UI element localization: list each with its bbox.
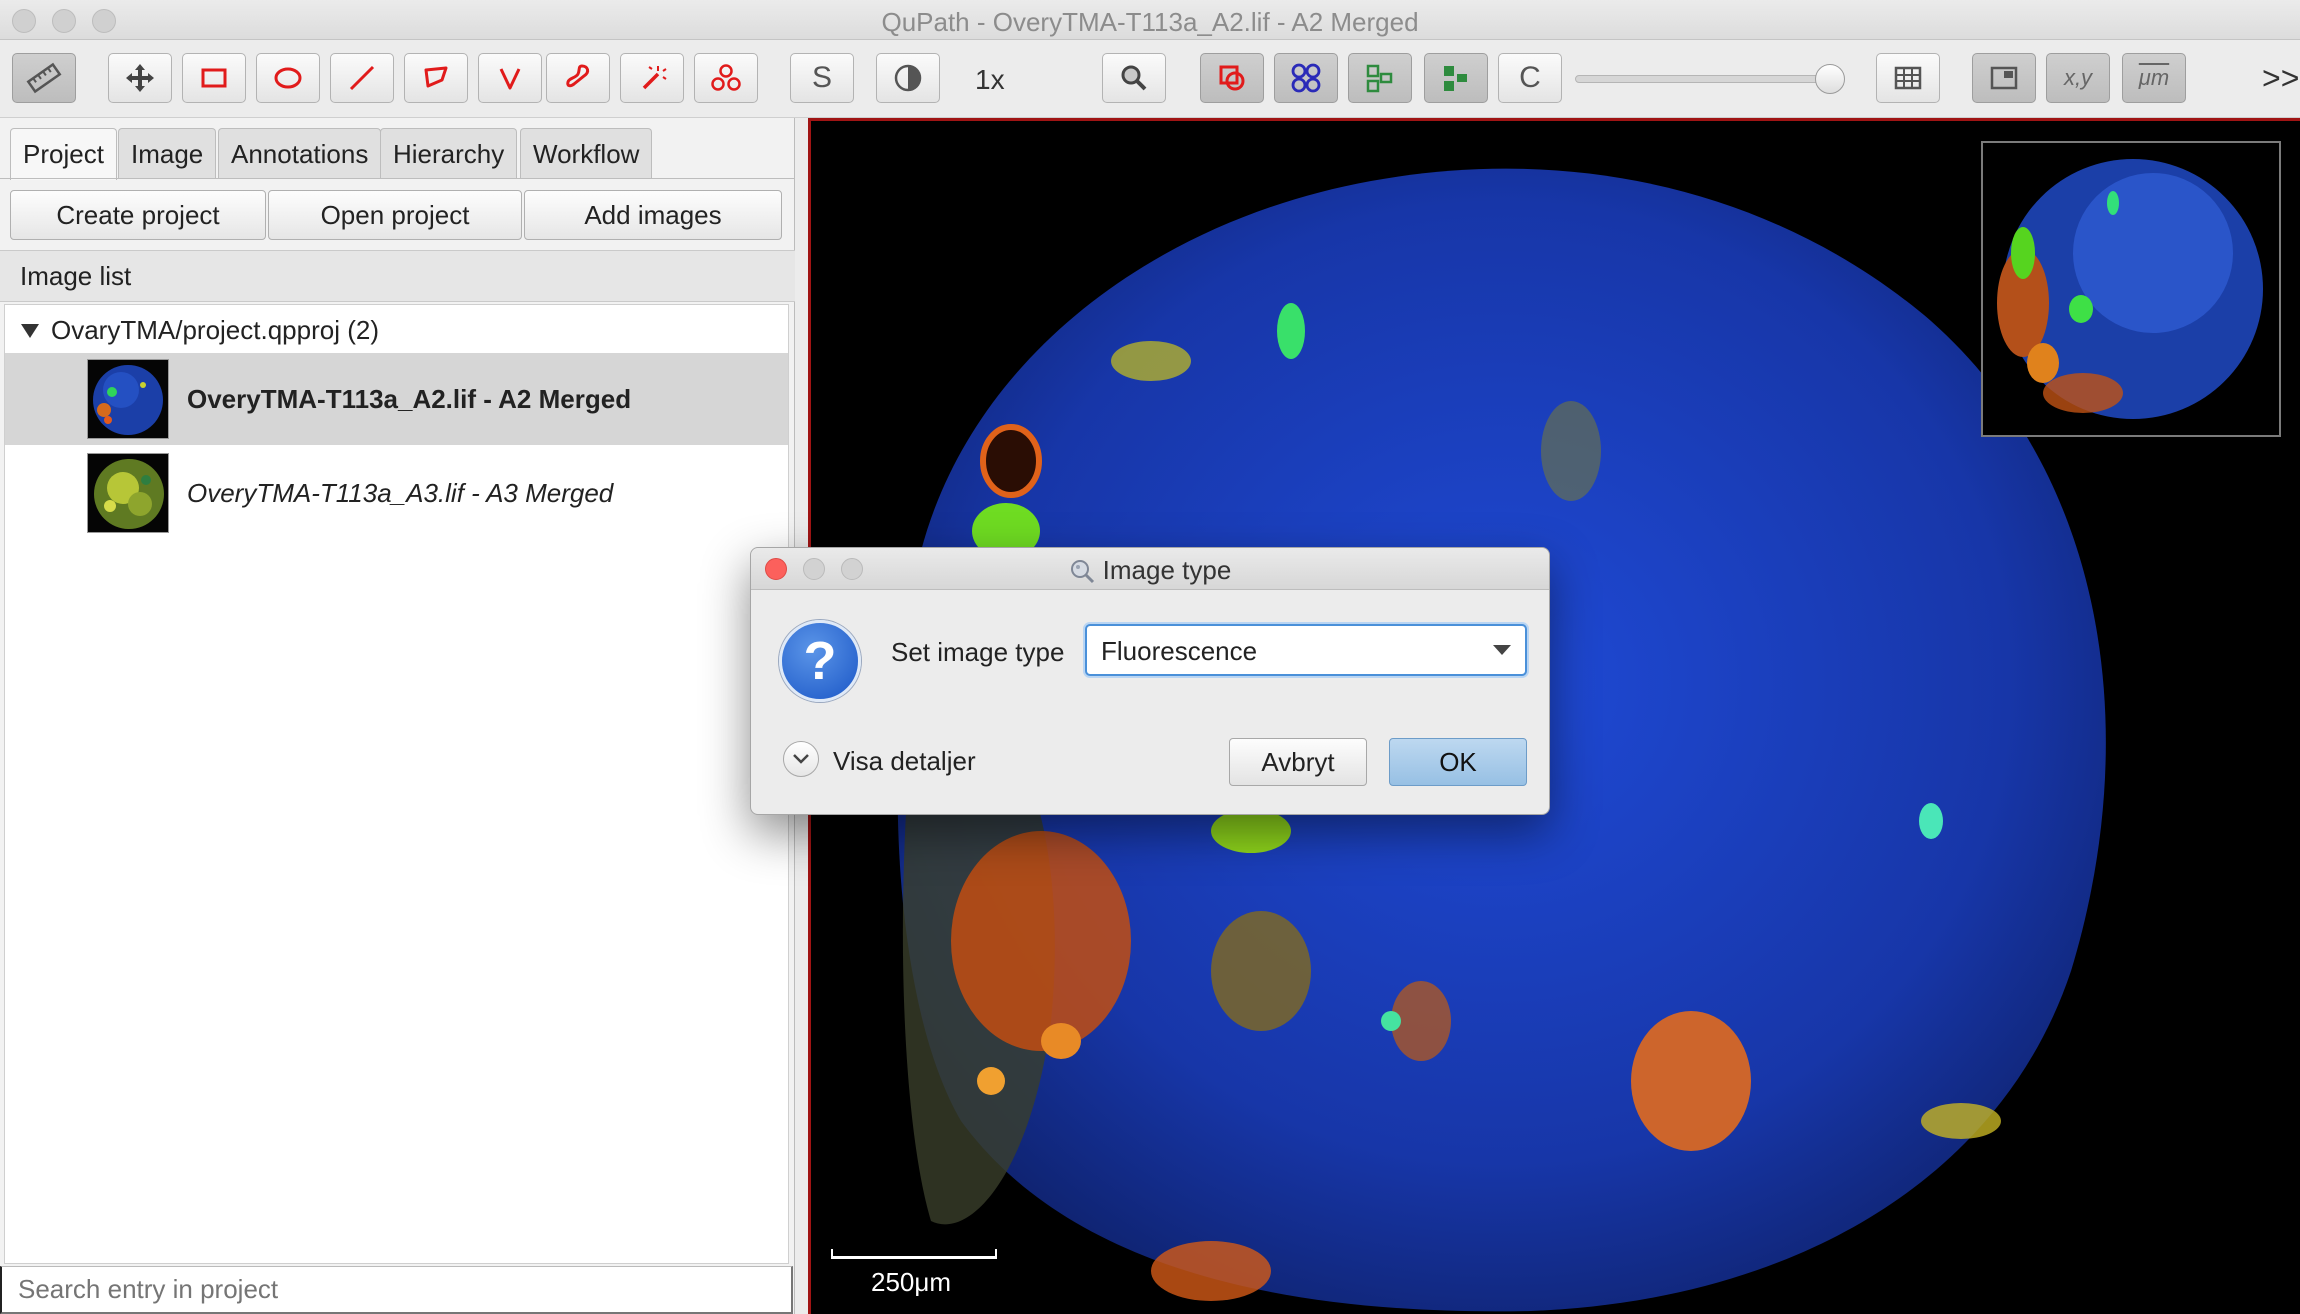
image-list: OvaryTMA/project.qpproj (2) OveryTMA-T11… bbox=[4, 304, 789, 1264]
line-icon bbox=[349, 65, 375, 91]
tab-workflow[interactable]: Workflow bbox=[520, 128, 653, 178]
points-icon bbox=[711, 64, 741, 91]
show-detections-button[interactable] bbox=[1348, 53, 1412, 103]
polyline-tool-button[interactable] bbox=[478, 53, 542, 103]
image-type-select[interactable]: Fluorescence bbox=[1085, 624, 1527, 676]
overview-thumbnail[interactable] bbox=[1981, 141, 2281, 437]
opacity-slider-thumb[interactable] bbox=[1815, 64, 1845, 94]
toolbar-overflow-button[interactable]: >> bbox=[2262, 60, 2299, 97]
polyline-icon bbox=[499, 68, 521, 90]
brightness-contrast-button[interactable] bbox=[876, 53, 940, 103]
selection-mode-button[interactable]: S bbox=[790, 53, 854, 103]
ruler-icon bbox=[26, 62, 62, 94]
dropdown-arrow-icon bbox=[1493, 645, 1511, 655]
show-annotations-button[interactable] bbox=[1200, 53, 1264, 103]
show-overview-button[interactable] bbox=[1972, 53, 2036, 103]
create-project-button[interactable]: Create project bbox=[10, 190, 266, 240]
main-toolbar: S 1x C x,y μm >> bbox=[0, 40, 2300, 118]
move-icon bbox=[126, 64, 154, 92]
window-title-bar: QuPath - OveryTMA-T113a_A2.lif - A2 Merg… bbox=[0, 0, 2300, 40]
ellipse-icon bbox=[274, 67, 302, 89]
question-icon: ? bbox=[779, 620, 861, 702]
list-item[interactable]: OveryTMA-T113a_A3.lif - A3 Merged bbox=[5, 447, 788, 539]
tma-grid-icon bbox=[1291, 63, 1321, 93]
search-input[interactable] bbox=[0, 1266, 793, 1314]
polygon-tool-button[interactable] bbox=[404, 53, 468, 103]
wand-tool-button[interactable] bbox=[620, 53, 684, 103]
chevron-down-icon bbox=[793, 754, 809, 764]
tab-project[interactable]: Project bbox=[10, 128, 117, 180]
qupath-logo-icon bbox=[1070, 559, 1094, 583]
tab-hierarchy[interactable]: Hierarchy bbox=[380, 128, 518, 178]
show-scalebar-button[interactable]: μm bbox=[2122, 53, 2186, 103]
tab-image[interactable]: Image bbox=[118, 128, 217, 178]
overview-icon bbox=[1990, 66, 2018, 90]
add-images-button[interactable]: Add images bbox=[524, 190, 782, 240]
ellipse-tool-button[interactable] bbox=[256, 53, 320, 103]
set-image-type-label: Set image type bbox=[891, 637, 1065, 667]
tab-divider bbox=[0, 178, 795, 179]
rectangle-tool-button[interactable] bbox=[182, 53, 246, 103]
ok-button[interactable]: OK bbox=[1389, 738, 1527, 786]
image-list-header: Image list bbox=[0, 250, 795, 302]
detections-icon bbox=[1366, 64, 1393, 93]
brush-icon bbox=[566, 64, 590, 88]
show-tma-grid-button[interactable] bbox=[1274, 53, 1338, 103]
polygon-icon bbox=[424, 66, 448, 88]
opacity-slider-track[interactable] bbox=[1575, 75, 1835, 83]
zoom-to-fit-button[interactable] bbox=[1102, 53, 1166, 103]
image-type-dialog: Image type ? Set image type Fluorescence… bbox=[750, 547, 1550, 815]
project-panel: Project Image Annotations Hierarchy Work… bbox=[0, 118, 795, 1314]
scale-bar bbox=[831, 1249, 997, 1259]
show-connections-button[interactable]: C bbox=[1498, 53, 1562, 103]
show-details-label[interactable]: Visa detaljer bbox=[833, 746, 976, 777]
cells-icon bbox=[1444, 66, 1467, 91]
rectangle-icon bbox=[201, 68, 227, 88]
points-tool-button[interactable] bbox=[694, 53, 758, 103]
table-icon bbox=[1894, 66, 1922, 90]
window-title: QuPath - OveryTMA-T113a_A2.lif - A2 Merg… bbox=[881, 7, 1419, 37]
list-item[interactable]: OveryTMA-T113a_A2.lif - A2 Merged bbox=[5, 353, 788, 445]
image-thumbnail bbox=[87, 453, 169, 533]
measurement-table-button[interactable] bbox=[1876, 53, 1940, 103]
scale-bar-label: 250μm bbox=[871, 1267, 952, 1297]
dialog-title: Image type bbox=[1102, 555, 1232, 585]
annotations-icon bbox=[1219, 65, 1245, 91]
dialog-title-bar: Image type bbox=[751, 548, 1549, 590]
wand-icon bbox=[642, 66, 667, 90]
show-details-toggle[interactable] bbox=[783, 741, 819, 777]
cancel-button[interactable]: Avbryt bbox=[1229, 738, 1367, 786]
contrast-icon bbox=[894, 64, 922, 92]
show-cursor-location-button[interactable]: x,y bbox=[2046, 53, 2110, 103]
measure-tool-button[interactable] bbox=[12, 53, 76, 103]
zoom-level-label[interactable]: 1x bbox=[975, 64, 1005, 96]
project-tree-root[interactable]: OvaryTMA/project.qpproj (2) bbox=[21, 315, 379, 346]
move-tool-button[interactable] bbox=[108, 53, 172, 103]
image-thumbnail bbox=[87, 359, 169, 439]
fill-detections-button[interactable] bbox=[1424, 53, 1488, 103]
line-tool-button[interactable] bbox=[330, 53, 394, 103]
magnifier-icon bbox=[1121, 65, 1147, 91]
brush-tool-button[interactable] bbox=[546, 53, 610, 103]
open-project-button[interactable]: Open project bbox=[268, 190, 522, 240]
tab-annotations[interactable]: Annotations bbox=[218, 128, 382, 178]
expand-triangle-icon[interactable] bbox=[21, 323, 39, 338]
